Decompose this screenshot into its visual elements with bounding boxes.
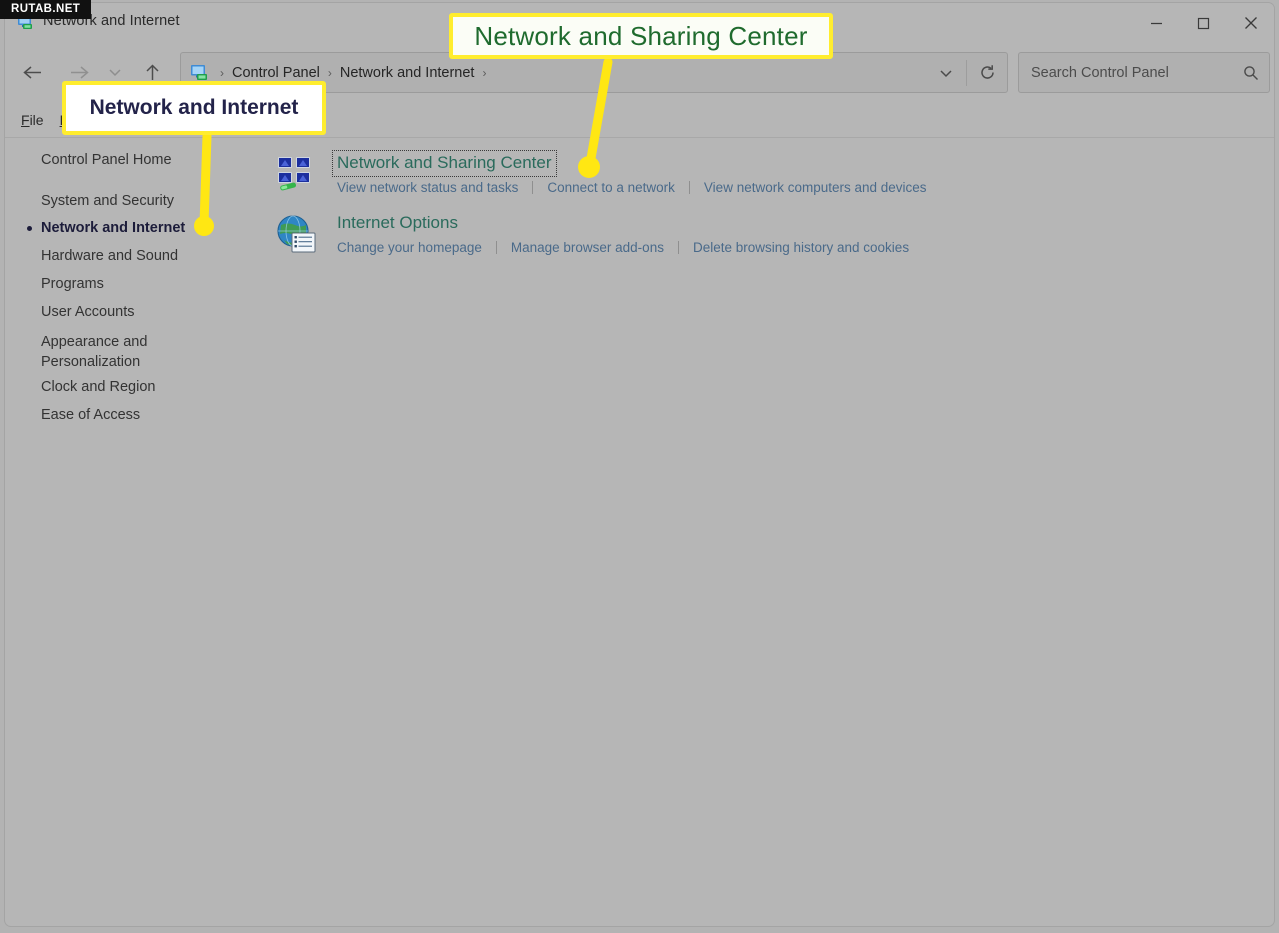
- sidebar-item-hardware-and-sound[interactable]: Hardware and Sound: [5, 248, 178, 265]
- link-divider: [495, 241, 497, 254]
- close-icon[interactable]: [1227, 3, 1274, 43]
- menu-item-file[interactable]: FFileile: [13, 110, 52, 130]
- menu-separator: [5, 137, 1274, 138]
- selected-bullet-icon: [27, 226, 32, 231]
- control-panel-window: Network and Internet › Control Panel › N…: [4, 2, 1275, 927]
- breadcrumb-separator-0: ›: [220, 65, 224, 80]
- category-links-internet-options: Change your homepage Manage browser add-…: [335, 239, 911, 256]
- sidebar-item-label: Programs: [41, 276, 104, 292]
- callout-anchor-dot-left: [194, 216, 214, 236]
- category-title-internet-options[interactable]: Internet Options: [333, 211, 462, 236]
- breadcrumb-separator-2[interactable]: ›: [478, 66, 490, 80]
- sidebar: Control Panel Home System and Security N…: [5, 139, 260, 926]
- breadcrumb-item-control-panel[interactable]: Control Panel: [228, 63, 324, 83]
- sidebar-item-control-panel-home[interactable]: Control Panel Home: [5, 152, 172, 169]
- link-divider: [532, 181, 534, 194]
- refresh-icon[interactable]: [967, 53, 1007, 92]
- sidebar-item-label: Hardware and Sound: [41, 248, 179, 264]
- sidebar-item-network-and-internet[interactable]: Network and Internet: [5, 220, 185, 237]
- sidebar-item-programs[interactable]: Programs: [5, 276, 104, 293]
- sidebar-item-label: Clock and Region: [41, 379, 156, 395]
- link-delete-browsing-history-and-cookies[interactable]: Delete browsing history and cookies: [691, 239, 911, 256]
- sidebar-item-ease-of-access[interactable]: Ease of Access: [5, 407, 140, 424]
- screenshot-root: Network and Internet › Control Panel › N…: [0, 0, 1279, 933]
- category-title-network-and-sharing-center[interactable]: Network and Sharing Center: [332, 150, 557, 177]
- network-sharing-center-icon: [275, 153, 317, 195]
- internet-options-globe-icon: [275, 213, 317, 255]
- sidebar-item-label: Ease of Access: [41, 407, 141, 423]
- maximize-icon[interactable]: [1180, 3, 1227, 43]
- link-connect-to-a-network[interactable]: Connect to a network: [545, 179, 677, 196]
- search-input[interactable]: Search Control Panel: [1019, 65, 1233, 81]
- callout-text: Network and Sharing Center: [474, 20, 808, 51]
- link-manage-browser-add-ons[interactable]: Manage browser add-ons: [509, 239, 666, 256]
- search-icon[interactable]: [1233, 53, 1269, 92]
- back-arrow-icon[interactable]: [15, 55, 49, 89]
- sidebar-item-appearance-and-personalization[interactable]: Appearance and Personalization: [5, 332, 215, 372]
- content-area: Control Panel Home System and Security N…: [5, 139, 1274, 926]
- sidebar-item-clock-and-region[interactable]: Clock and Region: [5, 379, 155, 396]
- sidebar-item-system-and-security[interactable]: System and Security: [5, 193, 174, 210]
- callout-network-and-internet: Network and Internet: [62, 81, 326, 135]
- category-links-network-and-sharing-center: View network status and tasks Connect to…: [335, 179, 929, 196]
- breadcrumb-item-network-and-internet[interactable]: Network and Internet: [336, 63, 479, 83]
- callout-anchor-dot-top: [578, 156, 600, 178]
- sidebar-item-label: Network and Internet: [41, 220, 186, 236]
- watermark-badge: RUTAB.NET: [0, 0, 92, 19]
- callout-text: Network and Internet: [89, 96, 299, 119]
- link-divider: [677, 241, 679, 254]
- link-view-network-computers-and-devices[interactable]: View network computers and devices: [702, 179, 929, 196]
- sidebar-item-label: Control Panel Home: [41, 152, 172, 168]
- control-panel-icon: [191, 64, 210, 81]
- link-change-your-homepage[interactable]: Change your homepage: [335, 239, 484, 256]
- sidebar-item-label: User Accounts: [41, 304, 135, 320]
- search-box[interactable]: Search Control Panel: [1018, 52, 1270, 93]
- address-dropdown-chevron-icon[interactable]: [926, 53, 966, 92]
- link-view-network-status-and-tasks[interactable]: View network status and tasks: [335, 179, 520, 196]
- link-divider: [688, 181, 690, 194]
- window-controls: [1133, 3, 1274, 43]
- minimize-icon[interactable]: [1133, 3, 1180, 43]
- breadcrumb-separator-1: ›: [327, 65, 332, 80]
- sidebar-item-label: Appearance and Personalization: [41, 334, 148, 370]
- main-panel: Network and Sharing Center View network …: [260, 139, 1274, 926]
- sidebar-item-user-accounts[interactable]: User Accounts: [5, 304, 135, 321]
- sidebar-item-label: System and Security: [41, 193, 174, 209]
- callout-network-sharing-center: Network and Sharing Center: [449, 13, 833, 59]
